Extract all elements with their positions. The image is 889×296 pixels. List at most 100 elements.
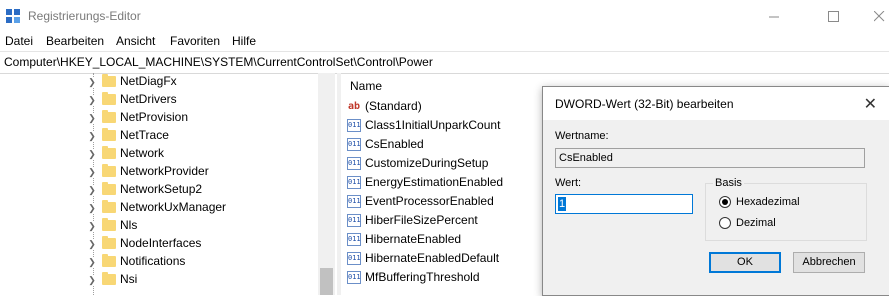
tree-item-label: NetworkProvider xyxy=(120,164,209,178)
chevron-right-icon[interactable]: ❯ xyxy=(87,113,97,123)
menu-hilfe[interactable]: Hilfe xyxy=(232,34,256,48)
tree-item-nettrace[interactable]: ❯ NetTrace xyxy=(0,127,320,145)
base-groupbox-title: Basis xyxy=(713,177,744,189)
tree-item-netdrivers[interactable]: ❯ NetDrivers xyxy=(0,91,320,109)
list-item[interactable]: 011 HibernateEnabledDefault xyxy=(347,250,547,268)
radio-decimal[interactable] xyxy=(719,217,731,229)
address-path[interactable]: Computer\HKEY_LOCAL_MACHINE\SYSTEM\Curre… xyxy=(4,55,433,69)
menu-ansicht[interactable]: Ansicht xyxy=(116,34,155,48)
tree-item-label: NodeInterfaces xyxy=(120,236,202,250)
chevron-right-icon[interactable]: ❯ xyxy=(87,221,97,231)
dialog-title: DWORD-Wert (32-Bit) bearbeiten xyxy=(555,97,734,111)
chevron-right-icon[interactable]: ❯ xyxy=(87,77,97,87)
folder-icon xyxy=(102,218,116,231)
menu-datei[interactable]: Datei xyxy=(5,34,33,48)
cancel-button[interactable]: Abbrechen xyxy=(793,252,865,273)
radio-decimal-label[interactable]: Dezimal xyxy=(736,217,776,229)
tree-item-network[interactable]: ❯ Network xyxy=(0,145,320,163)
chevron-right-icon[interactable]: ❯ xyxy=(87,239,97,249)
chevron-right-icon[interactable]: ❯ xyxy=(87,95,97,105)
tree-item-label: Notifications xyxy=(120,254,186,268)
list-item[interactable]: 011 EnergyEstimationEnabled xyxy=(347,174,547,192)
chevron-right-icon[interactable]: ❯ xyxy=(87,167,97,177)
folder-icon xyxy=(102,164,116,177)
folder-icon xyxy=(102,254,116,267)
tree-item-label: NetProvision xyxy=(120,110,189,124)
value-data-label: Wert: xyxy=(555,177,582,189)
minimize-icon xyxy=(768,16,779,17)
folder-icon xyxy=(102,92,116,105)
dword-value-icon: 011 xyxy=(347,252,361,265)
value-data-input[interactable]: 1 xyxy=(555,194,693,214)
edit-dword-dialog: DWORD-Wert (32-Bit) bearbeiten ✕ Wertnam… xyxy=(542,86,889,296)
tree-item-networksetup2[interactable]: ❯ NetworkSetup2 xyxy=(0,181,320,199)
tree-item-label: NetTrace xyxy=(120,128,169,142)
folder-icon xyxy=(102,146,116,159)
ok-button[interactable]: OK xyxy=(709,252,781,273)
list-item[interactable]: 011 MfBufferingThreshold xyxy=(347,269,547,287)
chevron-right-icon[interactable]: ❯ xyxy=(87,149,97,159)
tree-scrollbar-thumb[interactable] xyxy=(320,268,333,295)
dword-value-icon: 011 xyxy=(347,138,361,151)
tree-item-nls[interactable]: ❯ Nls xyxy=(0,217,320,235)
chevron-right-icon[interactable]: ❯ xyxy=(87,185,97,195)
menu-bar: Datei Bearbeiten Ansicht Favoriten Hilfe xyxy=(0,32,889,50)
list-item[interactable]: 011 EventProcessorEnabled xyxy=(347,193,547,211)
dialog-close-icon[interactable]: ✕ xyxy=(864,94,877,114)
folder-icon xyxy=(102,182,116,195)
title-bar: Registrierungs-Editor xyxy=(0,0,889,32)
address-bar[interactable]: Computer\HKEY_LOCAL_MACHINE\SYSTEM\Curre… xyxy=(0,51,889,74)
list-item[interactable]: 011 Class1InitialUnparkCount xyxy=(347,117,547,135)
chevron-right-icon[interactable]: ❯ xyxy=(87,257,97,267)
tree-item-label: NetDiagFx xyxy=(120,74,177,88)
folder-icon xyxy=(102,128,116,141)
tree-scrollbar[interactable] xyxy=(318,73,335,295)
minimize-button[interactable] xyxy=(751,0,797,32)
menu-bearbeiten[interactable]: Bearbeiten xyxy=(46,34,104,48)
dword-value-icon: 011 xyxy=(347,214,361,227)
list-item[interactable]: 011 HibernateEnabled xyxy=(347,231,547,249)
dialog-title-bar: DWORD-Wert (32-Bit) bearbeiten ✕ xyxy=(543,87,889,120)
list-item[interactable]: 011 CustomizeDuringSetup xyxy=(347,155,547,173)
value-name-label: Wertname: xyxy=(555,130,609,142)
chevron-right-icon[interactable]: ❯ xyxy=(87,275,97,285)
tree-item-label: Nsi xyxy=(120,272,138,286)
value-name-field: CsEnabled xyxy=(555,148,865,168)
menu-favoriten[interactable]: Favoriten xyxy=(170,34,220,48)
folder-icon xyxy=(102,110,116,123)
chevron-right-icon[interactable]: ❯ xyxy=(87,131,97,141)
tree-item-label: Nls xyxy=(120,218,138,232)
string-value-icon: ab xyxy=(347,101,361,112)
dword-value-icon: 011 xyxy=(347,157,361,170)
dword-value-icon: 011 xyxy=(347,271,361,284)
list-item[interactable]: ab (Standard) xyxy=(347,98,547,116)
dword-value-icon: 011 xyxy=(347,119,361,132)
tree-item-notifications[interactable]: ❯ Notifications xyxy=(0,253,320,271)
tree-item-nsi[interactable]: ❯ Nsi xyxy=(0,271,320,289)
radio-hexadecimal[interactable] xyxy=(719,196,731,208)
tree-item-networkprovider[interactable]: ❯ NetworkProvider xyxy=(0,163,320,181)
column-header-name[interactable]: Name xyxy=(350,79,382,93)
list-item[interactable]: 011 CsEnabled xyxy=(347,136,547,154)
tree-pane: ❯ NetDiagFx ❯ NetDrivers ❯ NetProvision … xyxy=(0,73,335,295)
radio-hexadecimal-label[interactable]: Hexadezimal xyxy=(736,196,800,208)
tree-item-netdiagfx[interactable]: ❯ NetDiagFx xyxy=(0,73,320,91)
folder-icon xyxy=(102,272,116,285)
tree-item-networkuxmanager[interactable]: ❯ NetworkUxManager xyxy=(0,199,320,217)
maximize-button[interactable] xyxy=(810,0,856,32)
regedit-app-icon xyxy=(6,9,20,23)
close-button[interactable] xyxy=(856,0,889,32)
dword-value-icon: 011 xyxy=(347,176,361,189)
chevron-right-icon[interactable]: ❯ xyxy=(87,203,97,213)
tree-item-label: Network xyxy=(120,146,165,160)
dword-value-icon: 011 xyxy=(347,195,361,208)
base-groupbox xyxy=(705,183,867,241)
window-title: Registrierungs-Editor xyxy=(28,9,141,23)
tree-item-label: NetworkUxManager xyxy=(120,200,227,214)
tree-item-label: NetworkSetup2 xyxy=(120,182,203,196)
tree-item-netprovision[interactable]: ❯ NetProvision xyxy=(0,109,320,127)
tree-item-nodeinterfaces[interactable]: ❯ NodeInterfaces xyxy=(0,235,320,253)
folder-icon xyxy=(102,236,116,249)
close-icon xyxy=(873,10,884,21)
list-item[interactable]: 011 HiberFileSizePercent xyxy=(347,212,547,230)
